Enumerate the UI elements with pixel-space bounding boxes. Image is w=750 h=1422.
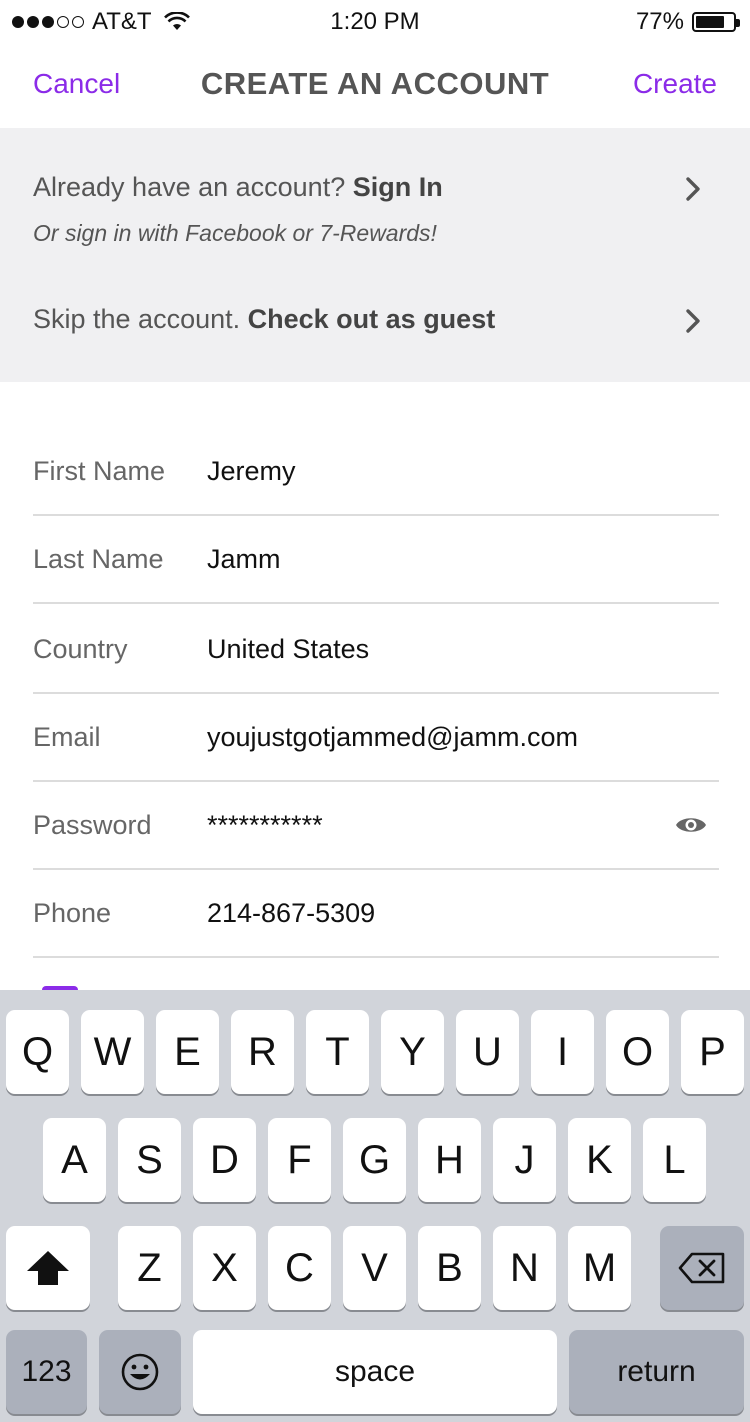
key-m[interactable]: M [568,1226,631,1310]
nav-bar: Cancel CREATE AN ACCOUNT Create [0,44,750,128]
field-label: Password [33,810,152,840]
battery-fill [696,16,724,28]
shift-icon [27,1251,69,1285]
key-e[interactable]: E [156,1010,219,1094]
key-f[interactable]: F [268,1118,331,1202]
key-p[interactable]: P [681,1010,744,1094]
sign-in-link[interactable]: Sign In [353,172,443,202]
last-name-field[interactable]: Last Name Jamm [33,516,719,604]
phone-field[interactable]: Phone 214-867-5309 [33,870,719,958]
status-right: 77% [635,8,740,36]
key-w[interactable]: W [81,1010,144,1094]
sign-in-text: Already have an account? Sign In [33,172,443,203]
key-q[interactable]: Q [6,1010,69,1094]
chevron-right-icon [686,309,700,333]
chevron-right-icon [686,177,700,201]
space-key[interactable]: space [193,1330,557,1414]
key-z[interactable]: Z [118,1226,181,1310]
key-l[interactable]: L [643,1118,706,1202]
password-input[interactable]: *********** [207,810,323,841]
emoji-icon [121,1353,159,1391]
create-button[interactable]: Create [633,68,717,100]
shift-key[interactable] [6,1226,90,1310]
key-n[interactable]: N [493,1226,556,1310]
keyboard: Q W E R T Y U I O P A S D F G H J K L Z … [0,990,750,1422]
emoji-key[interactable] [99,1330,181,1414]
country-field[interactable]: Country United States [33,606,719,694]
key-t[interactable]: T [306,1010,369,1094]
password-field[interactable]: Password *********** [33,782,719,870]
key-c[interactable]: C [268,1226,331,1310]
key-u[interactable]: U [456,1010,519,1094]
email-field[interactable]: Email youjustgotjammed@jamm.com [33,694,719,782]
field-label: Country [33,634,128,664]
screen: AT&T 1:20 PM 77% Cancel CREATE AN ACCOUN… [0,0,750,1422]
status-bar: AT&T 1:20 PM 77% [0,0,750,44]
key-h[interactable]: H [418,1118,481,1202]
delete-key[interactable] [660,1226,744,1310]
field-label: Email [33,722,101,752]
first-name-field[interactable]: First Name Jeremy [33,428,719,516]
key-d[interactable]: D [193,1118,256,1202]
last-name-input[interactable]: Jamm [207,544,281,575]
numbers-key[interactable]: 123 [6,1330,87,1414]
key-k[interactable]: K [568,1118,631,1202]
key-v[interactable]: V [343,1226,406,1310]
first-name-input[interactable]: Jeremy [207,456,296,487]
field-label: First Name [33,456,166,486]
guest-checkout-row[interactable]: Skip the account. Check out as guest [0,268,750,368]
key-o[interactable]: O [606,1010,669,1094]
delete-icon [678,1252,725,1284]
battery-percent: 77% [635,8,684,35]
sign-in-prefix: Already have an account? [33,172,353,202]
key-b[interactable]: B [418,1226,481,1310]
sign-in-row[interactable]: Already have an account? Sign In Or sign… [0,128,750,260]
key-a[interactable]: A [43,1118,106,1202]
phone-input[interactable]: 214-867-5309 [207,898,375,929]
battery-icon [692,12,740,32]
key-g[interactable]: G [343,1118,406,1202]
guest-checkout-link[interactable]: Check out as guest [248,304,496,334]
key-r[interactable]: R [231,1010,294,1094]
guest-prefix: Skip the account. [33,304,248,334]
eye-icon[interactable] [675,814,707,836]
field-label: Phone [33,898,112,928]
key-x[interactable]: X [193,1226,256,1310]
key-s[interactable]: S [118,1118,181,1202]
return-key[interactable]: return [569,1330,744,1414]
guest-checkout-text: Skip the account. Check out as guest [33,304,495,335]
key-i[interactable]: I [531,1010,594,1094]
key-j[interactable]: J [493,1118,556,1202]
field-label: Last Name [33,544,164,574]
sign-in-subtitle: Or sign in with Facebook or 7-Rewards! [33,220,437,246]
country-input[interactable]: United States [207,634,369,665]
key-y[interactable]: Y [381,1010,444,1094]
email-input[interactable]: youjustgotjammed@jamm.com [207,722,578,753]
account-options-panel: Already have an account? Sign In Or sign… [0,128,750,382]
